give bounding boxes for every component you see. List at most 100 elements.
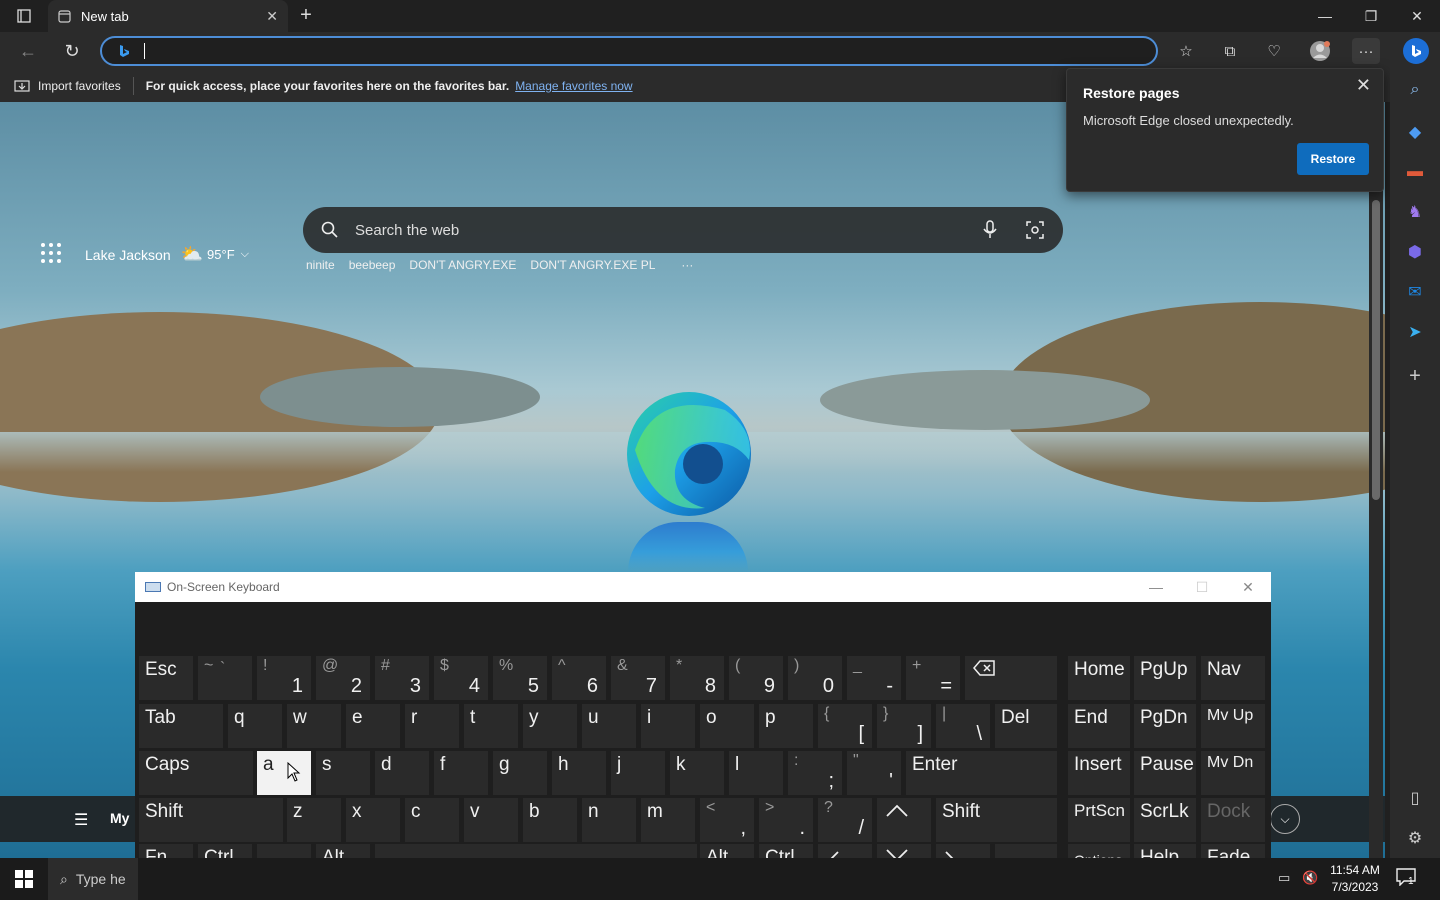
tab-new-tab[interactable]: New tab ✕ — [48, 0, 288, 32]
games-icon[interactable]: ♞ — [1403, 200, 1427, 224]
key-c[interactable]: c — [405, 798, 459, 842]
key-left-bracket[interactable]: {[ — [818, 704, 872, 748]
key-mv-dn[interactable]: Mv Dn — [1201, 751, 1265, 795]
key-q[interactable]: q — [228, 704, 282, 748]
key-3[interactable]: #3 — [375, 656, 429, 700]
key-5[interactable]: % 5 — [493, 656, 547, 700]
key-y[interactable]: y — [523, 704, 577, 748]
key-t[interactable]: t — [464, 704, 518, 748]
bing-chat-icon[interactable] — [1403, 38, 1429, 64]
microsoft-365-icon[interactable]: ⬢ — [1403, 240, 1427, 264]
more-suggestions-button[interactable]: ··· — [681, 258, 693, 272]
key-caps[interactable]: Caps — [139, 751, 253, 795]
key-semicolon[interactable]: :; — [788, 751, 842, 795]
key-a[interactable]: a — [257, 751, 311, 795]
feed-label[interactable]: My — [110, 810, 129, 826]
start-button[interactable] — [0, 858, 48, 900]
key-pause[interactable]: Pause — [1134, 751, 1196, 795]
key-d[interactable]: d — [375, 751, 429, 795]
osk-minimize-button[interactable]: — — [1133, 572, 1179, 602]
key-8[interactable]: * 8 — [670, 656, 724, 700]
key-mv-up[interactable]: Mv Up — [1201, 704, 1265, 748]
minimize-button[interactable]: — — [1302, 0, 1348, 32]
osk-maximize-button[interactable]: ☐ — [1179, 572, 1225, 602]
key-l[interactable]: l — [729, 751, 783, 795]
key-h[interactable]: h — [552, 751, 606, 795]
key-e[interactable]: e — [346, 704, 400, 748]
close-icon[interactable]: ✕ — [1356, 75, 1371, 96]
hide-sidebar-icon[interactable]: ▯ — [1403, 786, 1427, 810]
manage-favorites-link[interactable]: Manage favorites now — [515, 79, 632, 93]
suggestion-item[interactable]: ninite — [306, 258, 335, 272]
key-comma[interactable]: <, — [700, 798, 754, 842]
key-insert[interactable]: Insert — [1068, 751, 1130, 795]
key-scrlk[interactable]: ScrLk — [1134, 798, 1196, 842]
close-window-button[interactable]: ✕ — [1394, 0, 1440, 32]
key-2[interactable]: @2 — [316, 656, 370, 700]
add-sidebar-app-icon[interactable]: + — [1403, 364, 1427, 388]
key-6[interactable]: ^ 6 — [552, 656, 606, 700]
key-x[interactable]: x — [346, 798, 400, 842]
key-period[interactable]: >. — [759, 798, 813, 842]
settings-gear-icon[interactable]: ⚙ — [1403, 826, 1427, 850]
key-j[interactable]: j — [611, 751, 665, 795]
key-4[interactable]: $4 — [434, 656, 488, 700]
page-scrollbar[interactable] — [1369, 190, 1383, 858]
key-m[interactable]: m — [641, 798, 695, 842]
key-b[interactable]: b — [523, 798, 577, 842]
visual-search-icon[interactable] — [1025, 220, 1045, 240]
key-equals[interactable]: + = — [906, 656, 960, 700]
tab-close-icon[interactable]: ✕ — [266, 8, 278, 25]
browser-essentials-icon[interactable]: ♡ — [1260, 38, 1288, 64]
microphone-icon[interactable] — [981, 220, 999, 240]
search-icon[interactable]: ⌕ — [1403, 78, 1427, 102]
restore-button[interactable]: Restore — [1297, 143, 1369, 175]
key-pgdn[interactable]: PgDn — [1134, 704, 1196, 748]
taskbar-clock[interactable]: 11:54 AM 7/3/2023 — [1325, 862, 1385, 896]
refresh-icon[interactable]: ↻ — [58, 38, 86, 64]
suggestion-item[interactable]: DON'T ANGRY.EXE PL — [530, 258, 655, 272]
key-o[interactable]: o — [700, 704, 754, 748]
key-s[interactable]: s — [316, 751, 370, 795]
more-menu-icon[interactable]: ··· — [1352, 38, 1380, 64]
key-w[interactable]: w — [287, 704, 341, 748]
volume-muted-icon[interactable]: 🔇 — [1302, 870, 1318, 886]
new-tab-button[interactable]: + — [294, 4, 318, 28]
key-r[interactable]: r — [405, 704, 459, 748]
address-bar[interactable] — [100, 36, 1158, 66]
network-icon[interactable]: ▭ — [1278, 870, 1290, 886]
key-right-shift[interactable]: Shift — [936, 798, 1057, 842]
weather-widget[interactable]: Lake Jackson ⛅ 95°F ⌵ — [85, 244, 249, 265]
key-k[interactable]: k — [670, 751, 724, 795]
shopping-icon[interactable]: ◆ — [1403, 120, 1427, 144]
key-minus[interactable]: _ - — [847, 656, 901, 700]
key-nav[interactable]: Nav — [1201, 656, 1265, 700]
key-backspace[interactable] — [965, 656, 1057, 700]
key-esc[interactable]: Esc — [139, 656, 193, 700]
key-enter[interactable]: Enter — [906, 751, 1057, 795]
key-prtscn[interactable]: PrtScn — [1068, 798, 1130, 842]
key-quote[interactable]: " ' — [847, 751, 901, 795]
key-i[interactable]: i — [641, 704, 695, 748]
hamburger-menu-icon[interactable]: ☰ — [74, 810, 88, 830]
key-up-arrow[interactable] — [877, 798, 931, 842]
suggestion-item[interactable]: DON'T ANGRY.EXE — [409, 258, 516, 272]
tab-actions-icon[interactable] — [8, 4, 40, 28]
key-u[interactable]: u — [582, 704, 636, 748]
key-right-bracket[interactable]: }] — [877, 704, 931, 748]
back-arrow-icon[interactable]: ← — [14, 38, 42, 64]
key-1[interactable]: ! 1 — [257, 656, 311, 700]
notification-center-icon[interactable]: 1 — [1396, 868, 1420, 890]
favorites-star-icon[interactable]: ☆ — [1172, 38, 1200, 64]
web-search-box[interactable]: Search the web — [303, 207, 1063, 253]
scroll-down-icon[interactable]: ⌵ — [1270, 804, 1300, 834]
key-backtick[interactable]: ~ ` — [198, 656, 252, 700]
key-n[interactable]: n — [582, 798, 636, 842]
app-launcher-icon[interactable] — [40, 242, 64, 266]
key-v[interactable]: v — [464, 798, 518, 842]
key-dock[interactable]: Dock — [1201, 798, 1265, 842]
scrollbar-thumb[interactable] — [1372, 200, 1380, 500]
key-pgup[interactable]: PgUp — [1134, 656, 1196, 700]
restore-down-button[interactable]: ❐ — [1348, 0, 1394, 32]
drop-icon[interactable]: ➤ — [1403, 320, 1427, 344]
